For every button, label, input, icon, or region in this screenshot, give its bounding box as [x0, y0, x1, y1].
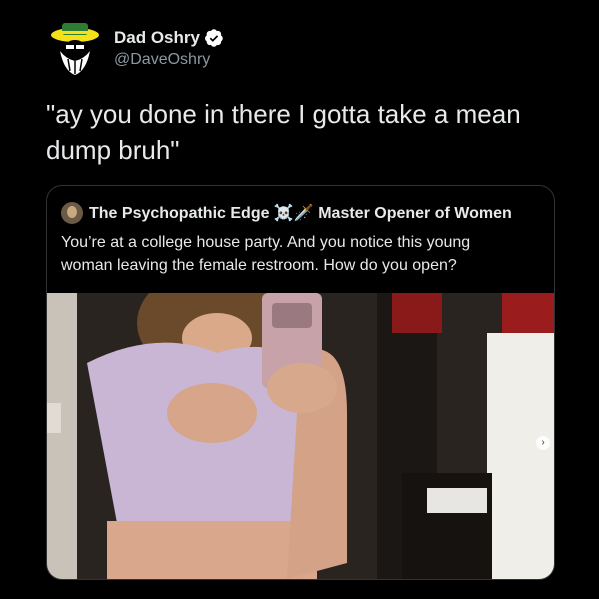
quoted-tweet-card[interactable]: The Psychopathic Edge ☠️🗡️ Master Opener… — [46, 185, 555, 580]
name-row: Dad Oshry — [114, 28, 224, 48]
quoted-media-image[interactable] — [47, 293, 554, 579]
verified-badge-icon — [205, 28, 223, 47]
chevron-right-icon[interactable]: › — [536, 436, 550, 450]
tweet-text: "ay you done in there I gotta take a mea… — [46, 96, 566, 168]
display-name[interactable]: Dad Oshry — [114, 28, 200, 48]
quoted-avatar — [61, 202, 83, 224]
tweet-text-line: "ay you done in there I gotta take a mea… — [46, 99, 521, 129]
quoted-author-name: The Psychopathic Edge ☠️🗡️ Master Opener… — [89, 205, 512, 222]
quoted-tweet-header: The Psychopathic Edge ☠️🗡️ Master Opener… — [61, 202, 550, 224]
quoted-text-line: woman leaving the female restroom. How d… — [61, 257, 457, 274]
handle[interactable]: @DaveOshry — [114, 51, 224, 69]
quoted-tweet-text: You’re at a college house party. And you… — [61, 231, 541, 277]
avatar[interactable] — [46, 19, 104, 77]
tweet-header: Dad Oshry @DaveOshry — [46, 18, 224, 78]
quoted-text-line: You’re at a college house party. And you… — [61, 234, 471, 251]
tweet-text-line: dump bruh" — [46, 135, 180, 165]
author-block: Dad Oshry @DaveOshry — [114, 28, 224, 69]
